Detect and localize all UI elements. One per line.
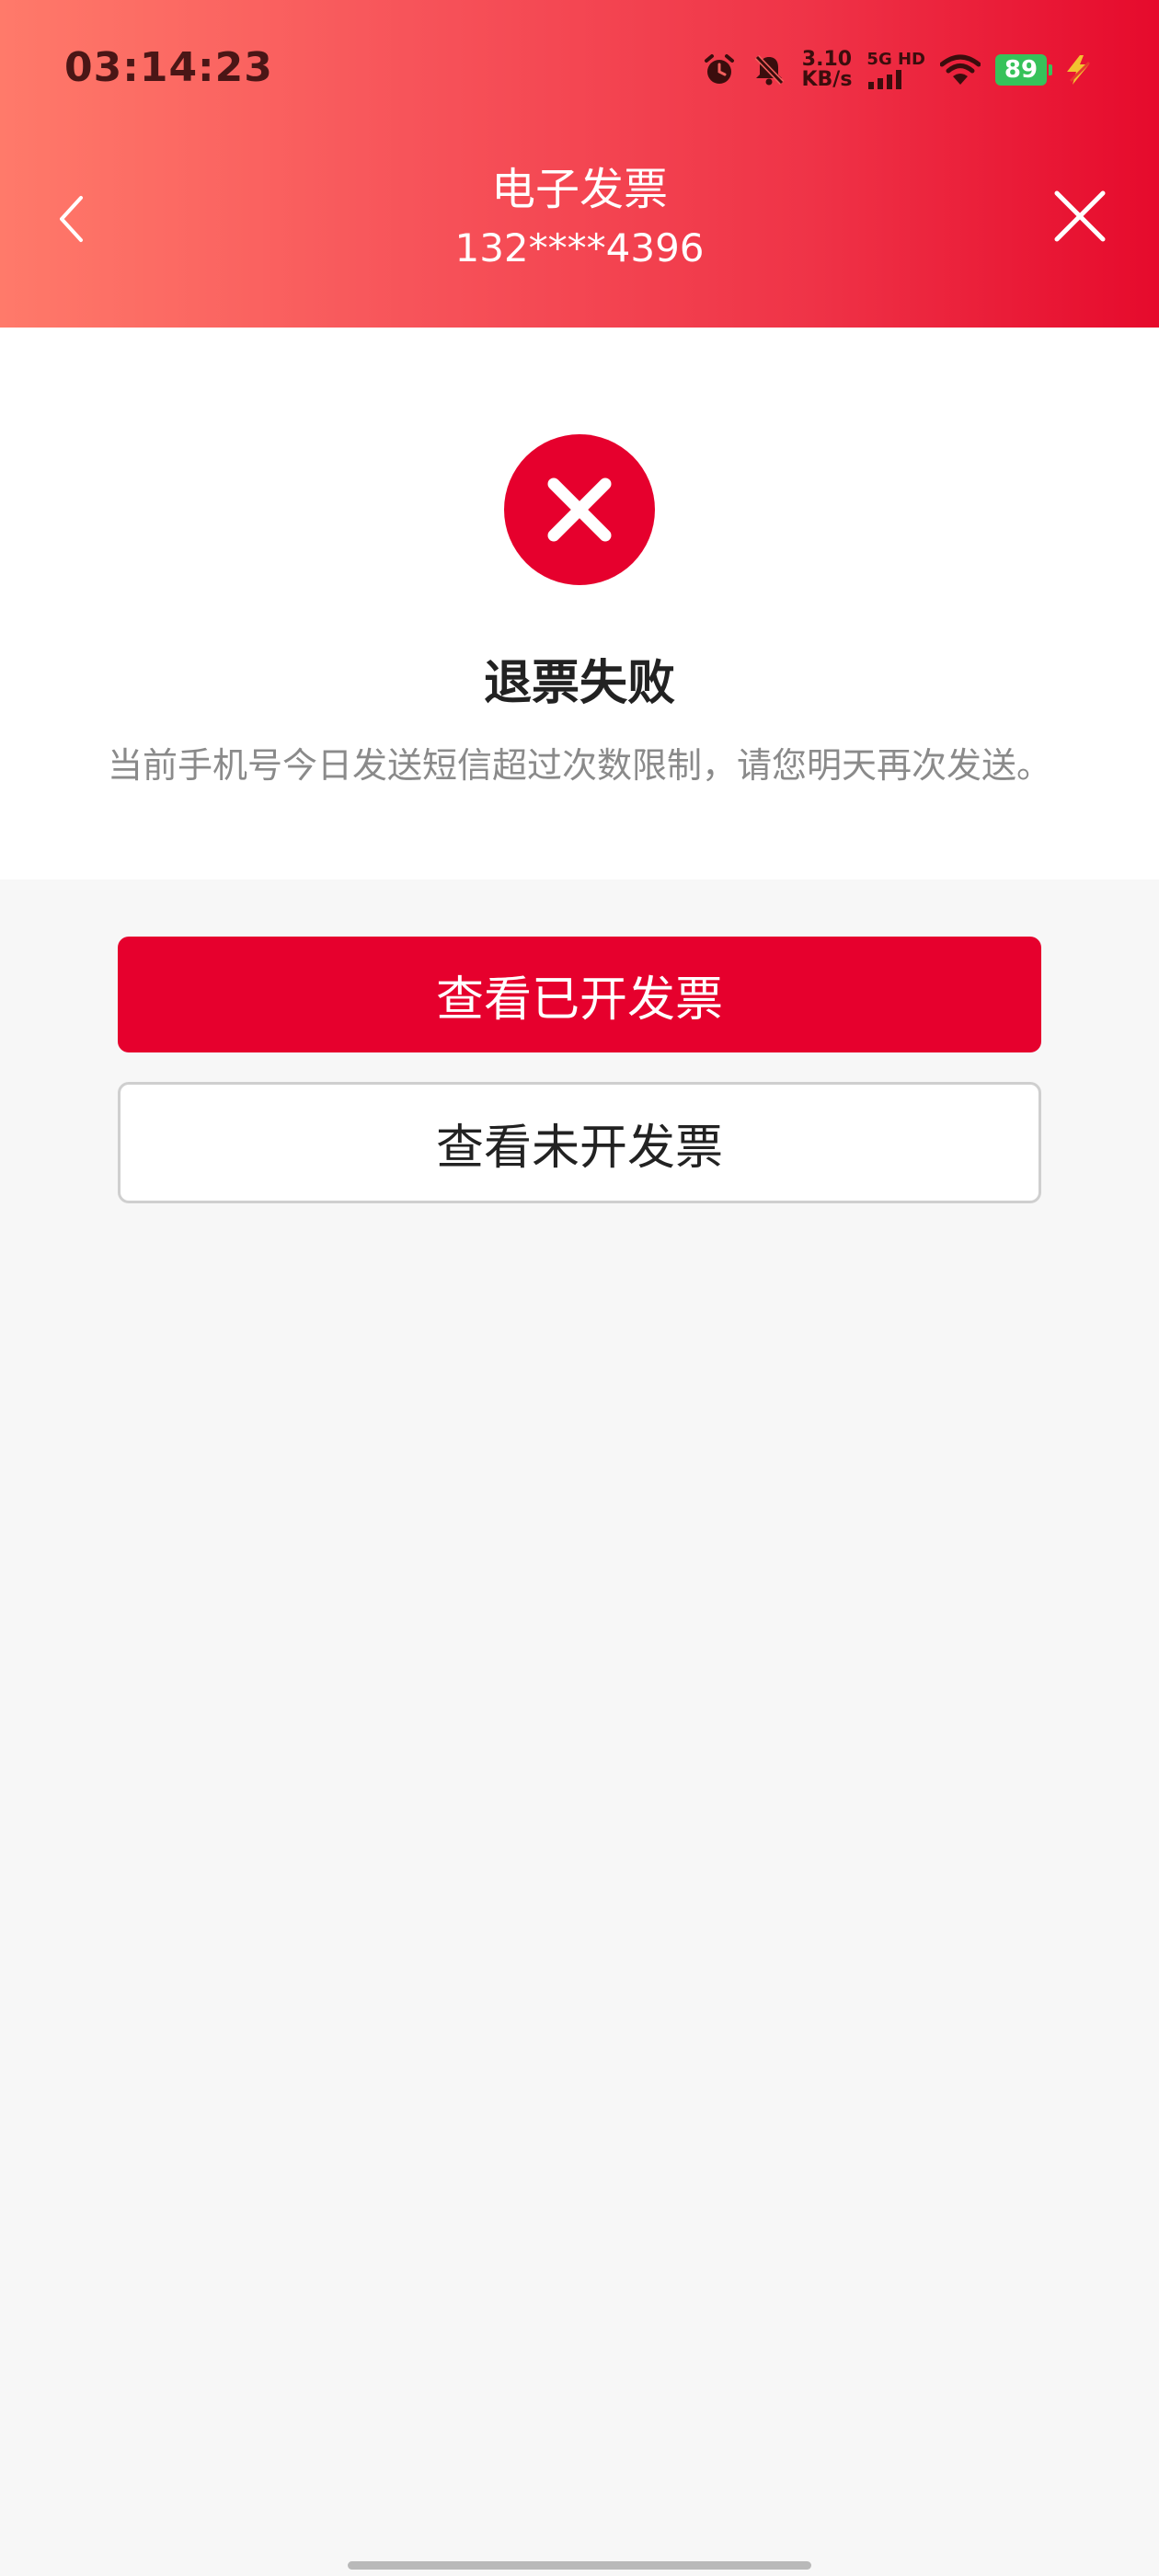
battery-level: 89	[1004, 56, 1039, 84]
result-title: 退票失败	[483, 656, 675, 711]
charging-icon	[1061, 53, 1095, 86]
view-unissued-invoices-button[interactable]: 查看未开发票	[118, 1082, 1041, 1203]
error-x-icon	[504, 434, 655, 585]
home-indicator[interactable]	[348, 2561, 811, 2570]
mute-icon	[752, 52, 786, 87]
header-bar: 03:14:23 3.10 KB/s 5G HD 89 电子发票 132****…	[0, 0, 1159, 328]
status-icons: 3.10 KB/s 5G HD 89	[702, 48, 1095, 92]
status-time: 03:14:23	[64, 44, 273, 91]
close-icon	[1053, 190, 1107, 247]
network-type: 5G HD	[866, 51, 925, 89]
close-button[interactable]	[1043, 186, 1117, 250]
battery-icon: 89	[995, 54, 1052, 86]
signal-icon	[866, 69, 907, 89]
alarm-icon	[702, 52, 737, 87]
net-speed-value: 3.10	[801, 48, 853, 71]
wifi-icon	[940, 53, 981, 86]
page-title: 电子发票	[490, 164, 668, 215]
view-issued-invoices-button[interactable]: 查看已开发票	[118, 937, 1041, 1052]
page-subtitle-phone: 132****4396	[454, 225, 705, 270]
result-description: 当前手机号今日发送短信超过次数限制，请您明天再次发送。	[107, 745, 1051, 786]
net-speed: 3.10 KB/s	[801, 50, 852, 90]
status-bar: 03:14:23 3.10 KB/s 5G HD 89	[0, 0, 1159, 138]
network-type-label: 5G HD	[866, 50, 925, 69]
result-card: 退票失败 当前手机号今日发送短信超过次数限制，请您明天再次发送。	[0, 328, 1159, 880]
net-speed-unit: KB/s	[801, 68, 853, 91]
